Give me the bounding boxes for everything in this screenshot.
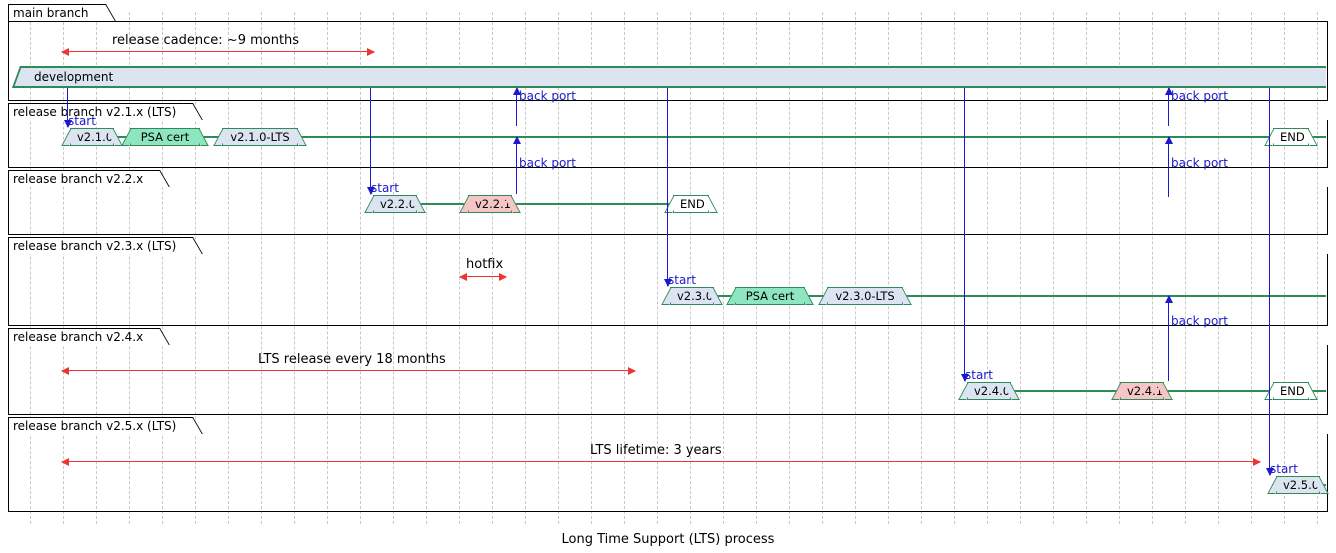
lane-tab-25: release branch v2.5.x (LTS) (8, 417, 184, 434)
hotfix-label: hotfix (466, 257, 503, 272)
start-arrow-24 (964, 88, 965, 381)
start-label: start (965, 368, 993, 382)
lts-interval-span (62, 370, 635, 371)
tag-end-24: END (1273, 382, 1309, 400)
backport-24-to-21 (1168, 137, 1169, 197)
tag-v241-hotfix: v2.4.1 (1120, 382, 1164, 400)
diagram-caption: Long Time Support (LTS) process (0, 532, 1336, 547)
start-label: start (668, 273, 696, 287)
backport-24-to-main (1168, 88, 1169, 126)
lane-label: release branch v2.4.x (13, 330, 143, 344)
lane-tab-24: release branch v2.4.x (8, 328, 151, 345)
lane-label: release branch v2.2.x (13, 172, 143, 186)
lts-interval-label: LTS release every 18 months (258, 352, 446, 367)
lane-tab-main: main branch (8, 4, 97, 21)
backport-label: back port (1171, 89, 1228, 103)
lts-process-diagram: main branch release cadence: ~9 months d… (0, 0, 1336, 553)
hotfix-span (460, 276, 506, 277)
start-arrow-22 (370, 88, 371, 194)
tag-psacert-1: PSA cert (130, 128, 200, 146)
lane-tab-23: release branch v2.3.x (LTS) (8, 237, 184, 254)
tag-v250: v2.5.0 (1276, 476, 1320, 494)
lts-lifetime-label: LTS lifetime: 3 years (590, 443, 722, 458)
tag-end-22: END (673, 195, 709, 213)
backport-22-to-main (516, 88, 517, 126)
tag-v221-hotfix: v2.2.1 (468, 195, 512, 213)
cadence-span (62, 51, 374, 52)
backport-24-to-23 (1168, 296, 1169, 381)
development-label: development (34, 70, 113, 84)
lane-label: main branch (13, 6, 89, 20)
tag-v230: v2.3.0 (670, 287, 714, 305)
backport-22-to-21 (516, 137, 517, 194)
tag-v230lts: v2.3.0-LTS (827, 287, 903, 305)
tag-v210: v2.1.0 (70, 128, 114, 146)
tag-v210lts: v2.1.0-LTS (222, 128, 298, 146)
lane-tab-21: release branch v2.1.x (LTS) (8, 103, 184, 120)
backport-label: back port (1171, 314, 1228, 328)
branch-line-22 (373, 203, 708, 205)
lts-lifetime-span (62, 461, 1260, 462)
backport-label: back port (1171, 156, 1228, 170)
backport-label: back port (519, 89, 576, 103)
lane-tab-22: release branch v2.2.x (8, 170, 151, 187)
tag-v240: v2.4.0 (967, 382, 1011, 400)
tag-v220: v2.2.0 (373, 195, 417, 213)
lane-label: release branch v2.5.x (LTS) (13, 419, 176, 433)
tag-end-21: END (1273, 128, 1309, 146)
start-arrow-25 (1269, 88, 1270, 475)
start-arrow-23 (667, 88, 668, 286)
cadence-label: release cadence: ~9 months (112, 33, 299, 48)
development-band: development (24, 66, 1326, 88)
lane-label: release branch v2.3.x (LTS) (13, 239, 176, 253)
tag-psacert-2: PSA cert (735, 287, 805, 305)
start-label: start (1270, 462, 1298, 476)
start-label: start (371, 181, 399, 195)
start-label: start (68, 114, 96, 128)
backport-label: back port (519, 156, 576, 170)
